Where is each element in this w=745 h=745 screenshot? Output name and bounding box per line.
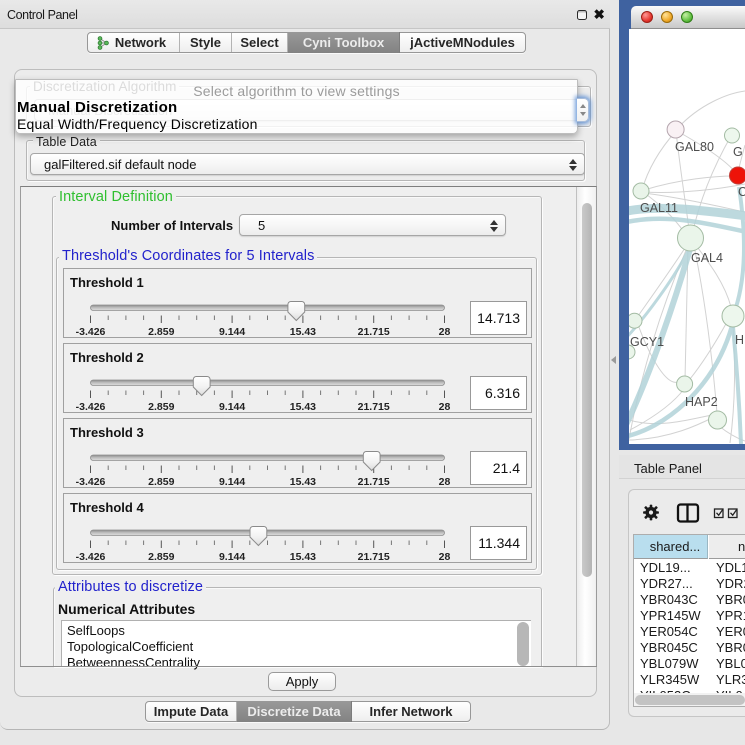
svg-text:-3.426: -3.426: [76, 326, 106, 337]
svg-text:9.144: 9.144: [219, 476, 245, 487]
svg-text:2.859: 2.859: [148, 326, 174, 337]
svg-text:GAL4: GAL4: [691, 251, 723, 265]
svg-text:H: H: [735, 333, 744, 347]
svg-text:GAL11: GAL11: [640, 201, 678, 215]
svg-text:C: C: [738, 185, 745, 199]
svg-text:21.715: 21.715: [358, 401, 390, 412]
svg-text:GCY1: GCY1: [630, 335, 664, 349]
svg-text:G: G: [733, 145, 743, 159]
svg-text:2.859: 2.859: [148, 551, 174, 562]
svg-text:HAP2: HAP2: [685, 395, 718, 409]
svg-text:15.43: 15.43: [290, 401, 316, 412]
svg-text:9.144: 9.144: [219, 551, 245, 562]
svg-text:9.144: 9.144: [219, 326, 245, 337]
svg-text:15.43: 15.43: [290, 551, 316, 562]
svg-text:28: 28: [439, 476, 451, 487]
svg-text:-3.426: -3.426: [76, 551, 106, 562]
svg-text:28: 28: [439, 401, 451, 412]
svg-text:GAL80: GAL80: [675, 140, 714, 154]
svg-text:15.43: 15.43: [290, 476, 316, 487]
svg-text:28: 28: [439, 326, 451, 337]
svg-text:-3.426: -3.426: [76, 476, 106, 487]
svg-text:2.859: 2.859: [148, 401, 174, 412]
svg-text:21.715: 21.715: [358, 326, 390, 337]
svg-text:15.43: 15.43: [290, 326, 316, 337]
svg-text:28: 28: [439, 551, 451, 562]
svg-text:21.715: 21.715: [358, 551, 390, 562]
svg-text:21.715: 21.715: [358, 476, 390, 487]
svg-text:9.144: 9.144: [219, 401, 245, 412]
svg-text:-3.426: -3.426: [76, 401, 106, 412]
svg-text:2.859: 2.859: [148, 476, 174, 487]
